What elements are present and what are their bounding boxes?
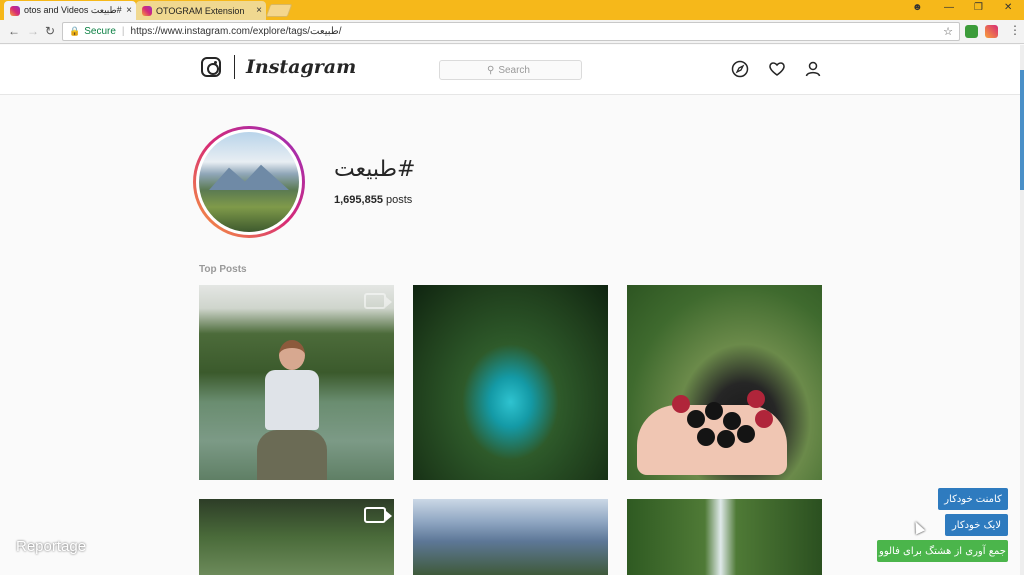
post-count: 1,695,855 posts [334,194,412,206]
post-thumbnail[interactable] [413,499,608,575]
post-thumbnail[interactable] [199,285,394,480]
person-legs [257,430,327,480]
logo-divider [234,55,235,79]
forward-icon[interactable]: → [27,24,39,38]
post-thumbnail[interactable] [627,499,822,575]
watermark-text: Reportage [16,538,87,555]
secure-label: Secure [84,26,116,37]
hashtag-title: طبیعت# [334,157,416,182]
address-bar-row: ← → ↻ 🔒 Secure | https://www.instagram.c… [0,20,1024,44]
otogram-favicon-icon [142,5,152,16]
address-bar[interactable]: 🔒 Secure | https://www.instagram.com/exp… [62,22,960,41]
explore-compass-icon[interactable] [730,59,750,79]
new-tab-button[interactable] [265,4,293,17]
profile-user-icon[interactable] [803,59,823,79]
video-icon [364,507,392,523]
lock-icon: 🔒 [69,26,81,36]
video-icon [364,293,392,309]
post-image-person [257,340,327,480]
url-text[interactable]: https://www.instagram.com/explore/tags/ط… [131,26,342,37]
heart-icon[interactable] [767,59,787,79]
post-count-suffix: posts [386,194,413,206]
hashtag-avatar[interactable] [193,126,305,238]
hashtag-avatar-image [199,132,299,232]
back-icon[interactable]: ← [8,24,20,38]
post-image-berries [667,390,777,470]
search-input[interactable]: ⚲ Search [439,60,582,80]
separator: | [121,26,125,37]
restore-icon[interactable]: ❐ [974,2,983,13]
otogram-extension-icon[interactable] [985,25,998,38]
bookmark-star-icon[interactable]: ☆ [943,25,953,38]
browser-tab-instagram[interactable]: otos and Videos طبیعت# × [4,1,136,20]
mouse-cursor [910,519,926,535]
scrollbar-thumb[interactable] [1020,70,1024,190]
browser-tab-otogram[interactable]: OTOGRAM Extension × [136,1,266,20]
search-icon: ⚲ [486,64,495,76]
top-posts-label: Top Posts [199,264,247,275]
instagram-header: Instagram ⚲ Search [0,45,1020,95]
close-window-icon[interactable]: ✕ [1004,2,1012,13]
auto-like-button[interactable]: لایک خودکار [945,514,1008,536]
search-placeholder: Search [498,64,530,76]
post-thumbnail[interactable] [413,285,608,480]
extension-icon[interactable] [965,25,978,38]
profile-icon[interactable]: ☻ [912,2,923,13]
tab-title: OTOGRAM Extension [156,5,245,16]
minimize-icon[interactable]: — [944,2,954,13]
person-head [279,340,305,370]
browser-tab-strip: otos and Videos طبیعت# × OTOGRAM Extensi… [0,0,1024,20]
auto-comment-button[interactable]: کامنت خودکار [938,488,1008,510]
instagram-wordmark[interactable]: Instagram [246,56,356,78]
instagram-camera-icon[interactable] [201,57,221,77]
collect-followers-button[interactable]: جمع آوری از هشتگ برای فالوو [877,540,1008,562]
reload-icon[interactable]: ↻ [45,24,55,38]
hashtag-avatar-frame [196,129,302,235]
chrome-menu-icon[interactable]: ⋮ [1009,23,1021,37]
tab-title: otos and Videos طبیعت# [24,5,122,15]
tab-close-icon[interactable]: × [126,5,132,16]
instagram-favicon-icon [10,5,20,16]
post-count-value: 1,695,855 [334,194,383,206]
person-body [265,370,319,430]
tab-close-icon[interactable]: × [256,5,262,16]
post-thumbnail[interactable] [199,499,394,575]
post-thumbnail[interactable] [627,285,822,480]
